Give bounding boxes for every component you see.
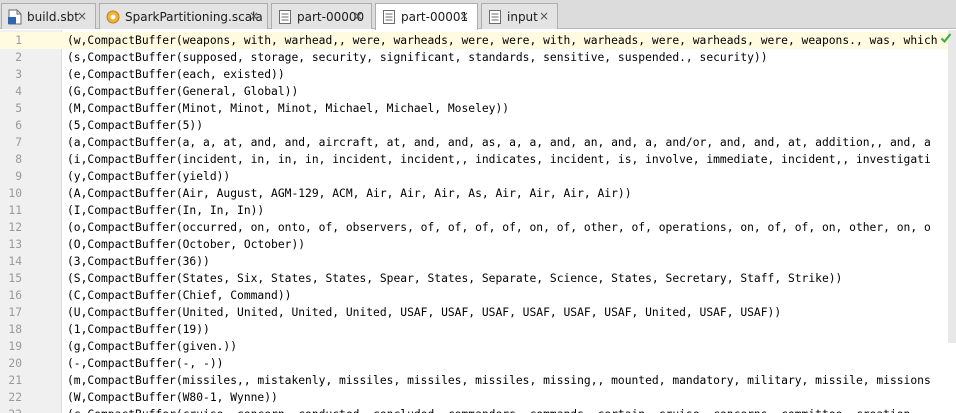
line-text: (5,CompactBuffer(5)) [67,119,204,132]
line-number: 5 [15,102,22,115]
text-file-icon [382,9,396,25]
line-number: 17 [8,306,22,319]
line-number: 4 [15,85,22,98]
line-text: (G,CompactBuffer(General, Global)) [67,85,299,98]
code-line[interactable]: 7 (a,CompactBuffer(a, a, at, and, and, ai… [0,134,956,151]
tab-label: SparkPartitioning.scala [125,9,263,24]
line-number: 16 [8,289,22,302]
close-icon[interactable]: × [75,9,89,23]
text-editor[interactable]: 1 (w,CompactBuffer(weapons, with, warhead… [0,30,956,413]
line-text: (c,CompactBuffer(cruise, concern, conduc… [67,406,910,413]
line-number: 7 [15,136,22,149]
line-number: 6 [15,119,22,132]
line-text: (A,CompactBuffer(Air, August, AGM-129, A… [67,187,632,200]
code-line[interactable]: 18 (1,CompactBuffer(19)) [0,321,956,338]
line-text: (M,CompactBuffer(Minot, Minot, Minot, Mi… [67,102,510,115]
editor-tab-bar: build.sbt × SparkPartitioning.scala × pa… [0,0,956,30]
code-line[interactable]: 19 (g,CompactBuffer(given.)) [0,338,956,355]
tab-input[interactable]: input × [481,3,558,29]
line-text: (a,CompactBuffer(a, a, at, and, and, air… [67,136,931,149]
line-text: (C,CompactBuffer(Chief, Command)) [67,289,292,302]
vertical-scrollbar[interactable] [948,30,956,343]
line-number: 14 [8,255,22,268]
line-number: 1 [15,34,22,47]
code-line[interactable]: 16 (C,CompactBuffer(Chief, Command)) [0,287,956,304]
sbt-file-icon [8,9,22,25]
code-line[interactable]: 12 (o,CompactBuffer(occurred, on, onto, o… [0,219,956,236]
tab-part-00000[interactable]: part-00000 × [271,3,372,29]
line-number: 12 [8,221,22,234]
line-text: (W,CompactBuffer(W80-1, Wynne)) [67,391,278,404]
line-text: (1,CompactBuffer(19)) [67,323,210,336]
line-number: 13 [8,238,22,251]
close-icon[interactable]: × [351,9,365,23]
code-line[interactable]: 14 (3,CompactBuffer(36)) [0,253,956,270]
line-number: 2 [15,51,22,64]
line-number: 15 [8,272,22,285]
close-icon[interactable]: × [537,9,551,23]
line-text: (w,CompactBuffer(weapons, with, warhead,… [67,34,938,47]
code-line[interactable]: 21 (m,CompactBuffer(missiles,, mistakenly… [0,372,956,389]
close-icon[interactable]: × [457,9,471,23]
tab-label: input [507,9,538,24]
line-number: 11 [8,204,22,217]
line-text: (y,CompactBuffer(yield)) [67,170,231,183]
line-text: (g,CompactBuffer(given.)) [67,340,238,353]
code-line[interactable]: 23 (c,CompactBuffer(cruise, concern, cond… [0,406,956,413]
code-line[interactable]: 4 (G,CompactBuffer(General, Global)) [0,83,956,100]
tab-sparkpartitioning-scala[interactable]: SparkPartitioning.scala × [99,3,268,29]
text-file-icon [488,9,502,25]
tab-part-00001[interactable]: part-00001 × [375,3,478,30]
check-icon [940,33,952,44]
code-line[interactable]: 8 (i,CompactBuffer(incident, in, in, in, … [0,151,956,168]
code-line[interactable]: 13 (O,CompactBuffer(October, October)) [0,236,956,253]
close-icon[interactable]: × [247,9,261,23]
line-text: (e,CompactBuffer(each, existed)) [67,68,285,81]
line-number: 8 [15,153,22,166]
line-text: (i,CompactBuffer(incident, in, in, in, i… [67,153,931,166]
code-line[interactable]: 1 (w,CompactBuffer(weapons, with, warhead… [0,32,956,49]
line-number: 22 [8,391,22,404]
scala-object-icon [106,9,120,25]
code-line[interactable]: 11 (I,CompactBuffer(In, In, In)) [0,202,956,219]
code-line[interactable]: 6 (5,CompactBuffer(5)) [0,117,956,134]
code-line[interactable]: 3 (e,CompactBuffer(each, existed)) [0,66,956,83]
line-number: 3 [15,68,22,81]
line-text: (S,CompactBuffer(States, Six, States, St… [67,272,843,285]
text-file-icon [278,9,292,25]
code-line[interactable]: 9 (y,CompactBuffer(yield)) [0,168,956,185]
line-text: (m,CompactBuffer(missiles,, mistakenly, … [67,374,931,387]
line-text: (s,CompactBuffer(supposed, storage, secu… [67,51,768,64]
line-number: 21 [8,374,22,387]
code-line[interactable]: 20 (-,CompactBuffer(-, -)) [0,355,956,372]
tab-build-sbt[interactable]: build.sbt × [1,3,96,29]
code-line[interactable]: 22 (W,CompactBuffer(W80-1, Wynne)) [0,389,956,406]
code-line[interactable]: 15 (S,CompactBuffer(States, Six, States, … [0,270,956,287]
line-text: (3,CompactBuffer(36)) [67,255,210,268]
code-line[interactable]: 17 (U,CompactBuffer(United, United, Unite… [0,304,956,321]
line-number: 10 [8,187,22,200]
code-line[interactable]: 5 (M,CompactBuffer(Minot, Minot, Minot, M… [0,100,956,117]
line-number: 9 [15,170,22,183]
line-number: 18 [8,323,22,336]
line-text: (I,CompactBuffer(In, In, In)) [67,204,265,217]
line-number: 23 [0,406,22,413]
line-number: 19 [8,340,22,353]
code-line[interactable]: 10 (A,CompactBuffer(Air, August, AGM-129,… [0,185,956,202]
line-text: (-,CompactBuffer(-, -)) [67,357,224,370]
line-text: (U,CompactBuffer(United, United, United,… [67,306,782,319]
line-number: 20 [8,357,22,370]
tab-label: build.sbt [27,9,79,24]
line-text: (O,CompactBuffer(October, October)) [67,238,306,251]
line-text: (o,CompactBuffer(occurred, on, onto, of,… [67,221,931,234]
code-line[interactable]: 2 (s,CompactBuffer(supposed, storage, sec… [0,49,956,66]
